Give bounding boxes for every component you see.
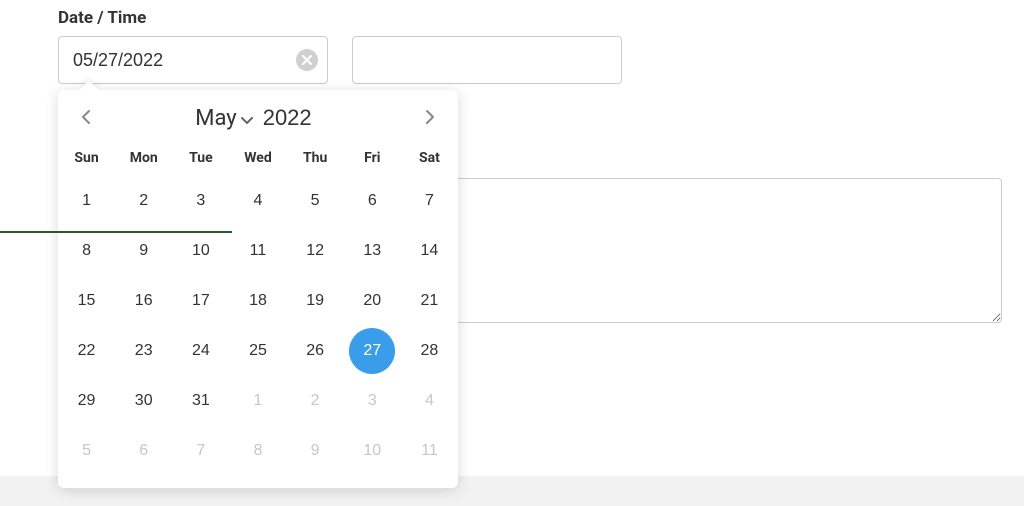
accent-underline <box>0 231 232 233</box>
day-cell[interactable]: 16 <box>121 278 167 324</box>
day-cell[interactable]: 22 <box>64 328 110 374</box>
day-cell[interactable]: 18 <box>235 278 281 324</box>
day-cell[interactable]: 4 <box>235 178 281 224</box>
day-cell[interactable]: 21 <box>406 278 452 324</box>
prev-month-button[interactable] <box>72 104 100 132</box>
day-cell[interactable]: 31 <box>178 378 224 424</box>
day-cell[interactable]: 4 <box>406 378 452 424</box>
day-cell[interactable]: 28 <box>406 328 452 374</box>
day-cell[interactable]: 6 <box>121 428 167 474</box>
day-cell[interactable]: 3 <box>178 178 224 224</box>
month-dropdown[interactable] <box>241 106 253 131</box>
date-picker-popup: May SunMonTueWedThuFriSat 12345678910111… <box>58 90 458 488</box>
day-cell[interactable]: 23 <box>121 328 167 374</box>
date-input[interactable] <box>58 36 328 84</box>
current-month[interactable]: May <box>195 106 236 131</box>
date-time-label: Date / Time <box>58 8 1004 28</box>
day-cell[interactable]: 14 <box>406 228 452 274</box>
day-cell[interactable]: 3 <box>349 378 395 424</box>
day-cell[interactable]: 9 <box>121 228 167 274</box>
day-cell[interactable]: 1 <box>64 178 110 224</box>
weekday-header: Sun <box>58 142 115 176</box>
day-cell[interactable]: 27 <box>349 328 395 374</box>
next-month-button[interactable] <box>416 104 444 132</box>
chevron-right-icon <box>425 109 435 128</box>
chevron-left-icon <box>81 109 91 128</box>
day-cell[interactable]: 12 <box>292 228 338 274</box>
day-cell[interactable]: 24 <box>178 328 224 374</box>
close-icon <box>302 53 312 68</box>
day-cell[interactable]: 1 <box>235 378 281 424</box>
weekday-header: Fri <box>344 142 401 176</box>
weekday-header: Tue <box>172 142 229 176</box>
day-cell[interactable]: 9 <box>292 428 338 474</box>
day-cell[interactable]: 11 <box>406 428 452 474</box>
chevron-down-icon <box>241 106 253 131</box>
day-cell[interactable]: 29 <box>64 378 110 424</box>
day-cell[interactable]: 11 <box>235 228 281 274</box>
weekday-header: Thu <box>287 142 344 176</box>
day-cell[interactable]: 7 <box>406 178 452 224</box>
day-cell[interactable]: 30 <box>121 378 167 424</box>
calendar-grid: SunMonTueWedThuFriSat 123456789101112131… <box>58 142 458 476</box>
day-cell[interactable]: 26 <box>292 328 338 374</box>
day-cell[interactable]: 20 <box>349 278 395 324</box>
day-cell[interactable]: 8 <box>235 428 281 474</box>
day-cell[interactable]: 10 <box>349 428 395 474</box>
day-cell[interactable]: 25 <box>235 328 281 374</box>
day-cell[interactable]: 10 <box>178 228 224 274</box>
day-cell[interactable]: 7 <box>178 428 224 474</box>
date-input-wrap <box>58 36 328 84</box>
day-cell[interactable]: 8 <box>64 228 110 274</box>
day-cell[interactable]: 6 <box>349 178 395 224</box>
time-input[interactable] <box>352 36 622 84</box>
day-cell[interactable]: 5 <box>64 428 110 474</box>
day-cell[interactable]: 2 <box>121 178 167 224</box>
weekday-header: Mon <box>115 142 172 176</box>
clear-date-button[interactable] <box>296 49 318 71</box>
weekday-header: Wed <box>229 142 286 176</box>
weekday-header: Sat <box>401 142 458 176</box>
day-cell[interactable]: 17 <box>178 278 224 324</box>
day-cell[interactable]: 5 <box>292 178 338 224</box>
day-cell[interactable]: 19 <box>292 278 338 324</box>
day-cell[interactable]: 13 <box>349 228 395 274</box>
year-input[interactable] <box>263 105 321 131</box>
day-cell[interactable]: 15 <box>64 278 110 324</box>
day-cell[interactable]: 2 <box>292 378 338 424</box>
